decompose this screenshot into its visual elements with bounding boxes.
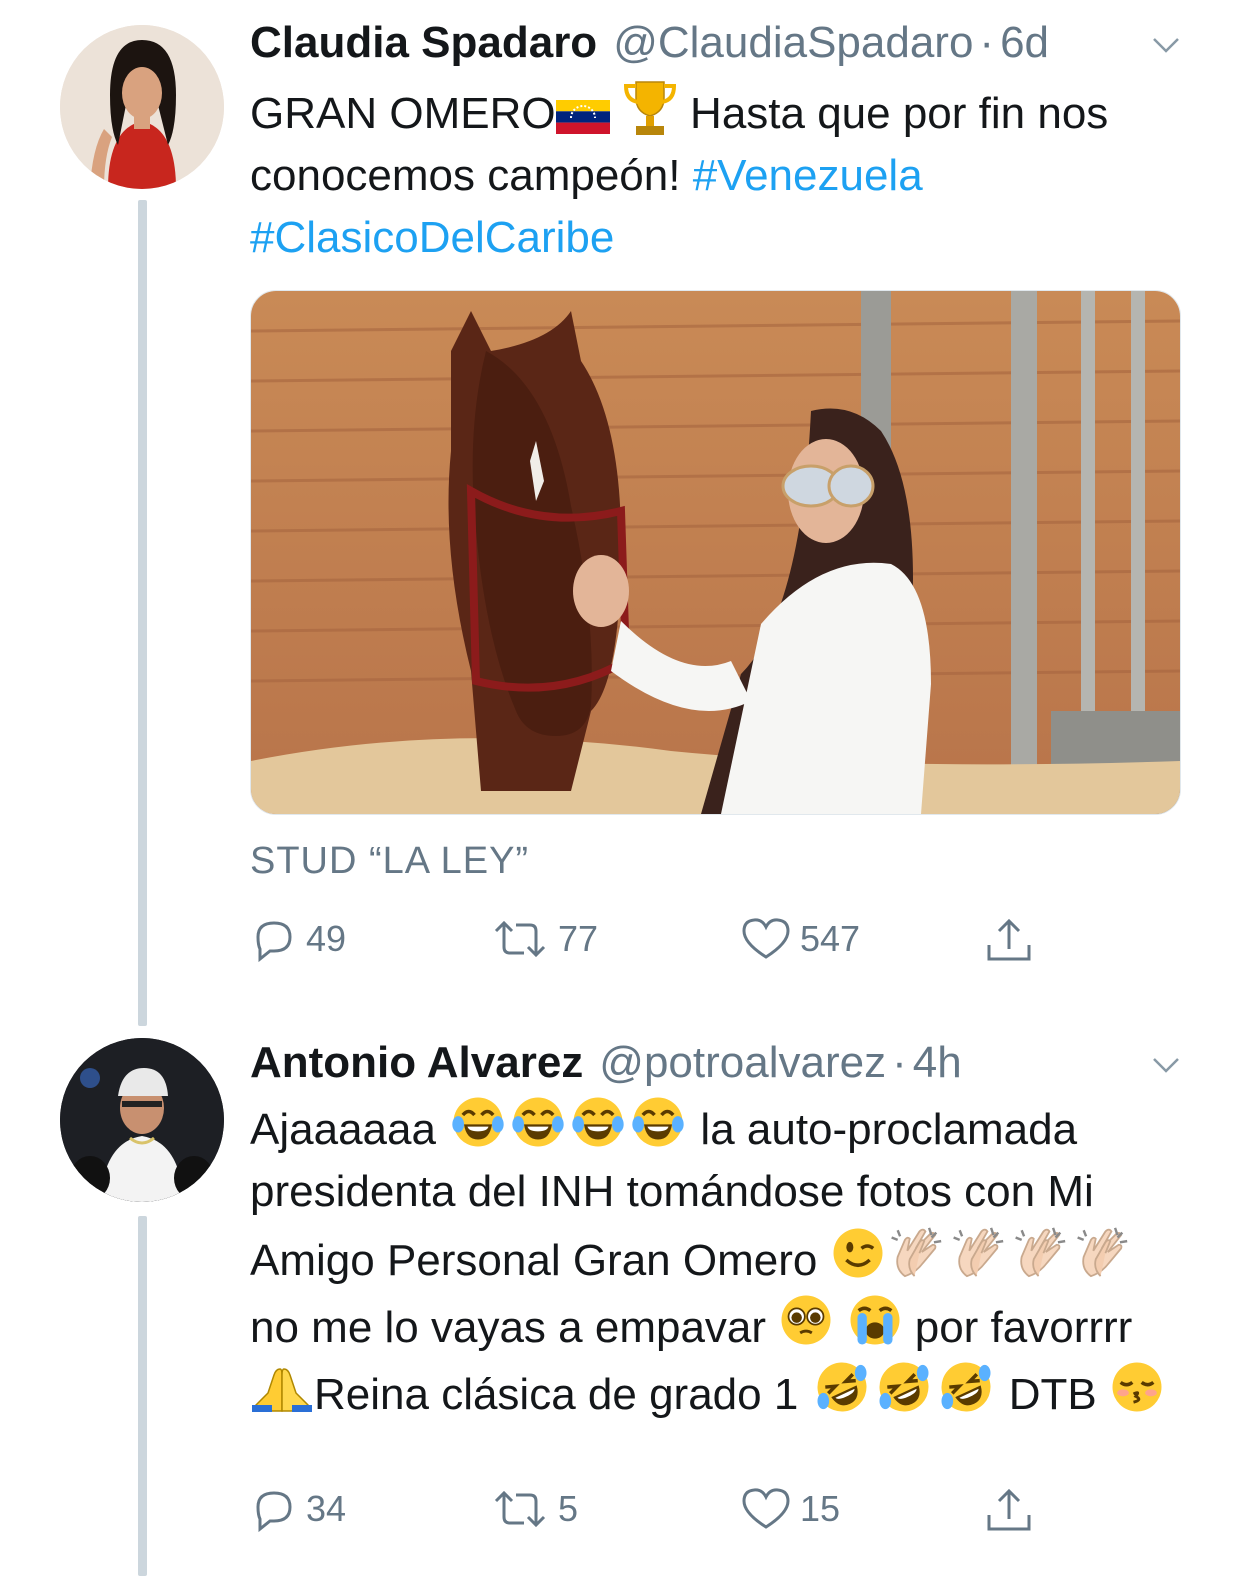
tweet-text-part: Ajaaaaaa (250, 1105, 436, 1154)
like-button[interactable]: 15 (740, 1485, 840, 1533)
tweet-actions: 34 5 15 (250, 1485, 1070, 1545)
avatar-photo (60, 1038, 224, 1202)
retweet-count: 5 (558, 1488, 579, 1529)
tweet-text-part: por favorrrr (914, 1303, 1133, 1352)
tweet-header: Antonio Alvarez @potroalvarez · 4h (250, 1038, 1181, 1094)
share-button[interactable] (983, 915, 1035, 967)
tweet-text-part: no me lo vayas a empavar (250, 1303, 779, 1352)
author-name[interactable]: Claudia Spadaro (250, 18, 597, 68)
thread-line (138, 200, 147, 1026)
author-handle[interactable]: @ClaudiaSpadaro (613, 18, 973, 68)
reply-button[interactable]: 34 (250, 1485, 346, 1533)
tweet-text: GRAN OMERO Hasta que por fin nos conocem… (250, 80, 1190, 269)
tweet-text: Ajaaaaaa la auto-proclamada presidenta d… (250, 1094, 1190, 1426)
share-icon (987, 1488, 1031, 1531)
wink-emoji (830, 1225, 886, 1281)
tweet-actions: 49 77 547 (250, 915, 1070, 975)
hashtag-link[interactable]: #ClasicoDelCaribe (250, 213, 614, 262)
rofl-emoji (873, 1359, 935, 1415)
tears-of-joy-emoji (628, 1094, 688, 1150)
tears-of-joy-emoji (448, 1094, 508, 1150)
retweet-count: 77 (558, 918, 599, 959)
like-button[interactable]: 547 (740, 915, 860, 963)
clapping-emoji (1010, 1223, 1072, 1281)
retweet-button[interactable]: 77 (490, 915, 598, 963)
reply-icon (256, 921, 292, 963)
chevron-down-icon[interactable] (1151, 30, 1181, 60)
avatar-photo (60, 25, 224, 189)
author-handle[interactable]: @potroalvarez (599, 1038, 886, 1088)
like-count: 547 (800, 918, 861, 959)
tears-of-joy-emoji (568, 1094, 628, 1150)
pray-emoji (250, 1363, 314, 1415)
tweet-card[interactable]: Antonio Alvarez @potroalvarez · 4h Ajaaa… (0, 1030, 1241, 1576)
venezuela-flag-emoji (555, 100, 610, 134)
pleading-emoji (778, 1292, 834, 1348)
crying-emoji (847, 1292, 903, 1348)
reply-count: 34 (306, 1488, 347, 1529)
kissing-emoji (1109, 1359, 1165, 1415)
thread-line (138, 1216, 147, 1576)
tweet-text-part: Reina clásica de grado 1 (314, 1370, 811, 1419)
tweet-timestamp[interactable]: 6d (1000, 18, 1049, 68)
tears-of-joy-emoji (508, 1094, 568, 1150)
tweet-text-part: DTB (996, 1370, 1109, 1419)
chevron-down-icon[interactable] (1151, 1050, 1181, 1080)
tweet-header: Claudia Spadaro @ClaudiaSpadaro · 6d (250, 18, 1181, 74)
reply-button[interactable]: 49 (250, 915, 346, 963)
tweet-text-part: GRAN OMERO (250, 89, 556, 138)
reply-count: 49 (306, 918, 347, 959)
retweet-button[interactable]: 5 (490, 1485, 578, 1533)
media-caption: STUD “LA LEY” (250, 840, 530, 882)
share-icon (987, 918, 1031, 961)
author-avatar[interactable] (60, 1038, 224, 1202)
clapping-emoji (948, 1223, 1010, 1281)
clapping-emoji (886, 1223, 948, 1281)
separator-dot: · (979, 18, 995, 67)
rofl-emoji (935, 1359, 997, 1415)
like-count: 15 (800, 1488, 841, 1529)
reply-icon (256, 1491, 292, 1533)
heart-icon (742, 918, 790, 959)
retweet-icon (494, 1490, 546, 1528)
retweet-icon (494, 920, 546, 958)
tweet-card[interactable]: Claudia Spadaro @ClaudiaSpadaro · 6d GRA… (0, 0, 1241, 1030)
author-avatar[interactable] (60, 25, 224, 189)
tweet-timestamp[interactable]: 4h (913, 1038, 962, 1088)
heart-icon (742, 1488, 790, 1529)
rofl-emoji (811, 1359, 873, 1415)
share-button[interactable] (983, 1485, 1035, 1537)
separator-dot: · (892, 1038, 907, 1087)
hashtag-link[interactable]: #Venezuela (693, 151, 923, 200)
tweet-media-photo[interactable] (250, 290, 1181, 815)
clapping-emoji (1072, 1223, 1134, 1281)
author-name[interactable]: Antonio Alvarez (250, 1038, 583, 1088)
stable-photo (251, 291, 1180, 814)
trophy-emoji (623, 81, 676, 135)
